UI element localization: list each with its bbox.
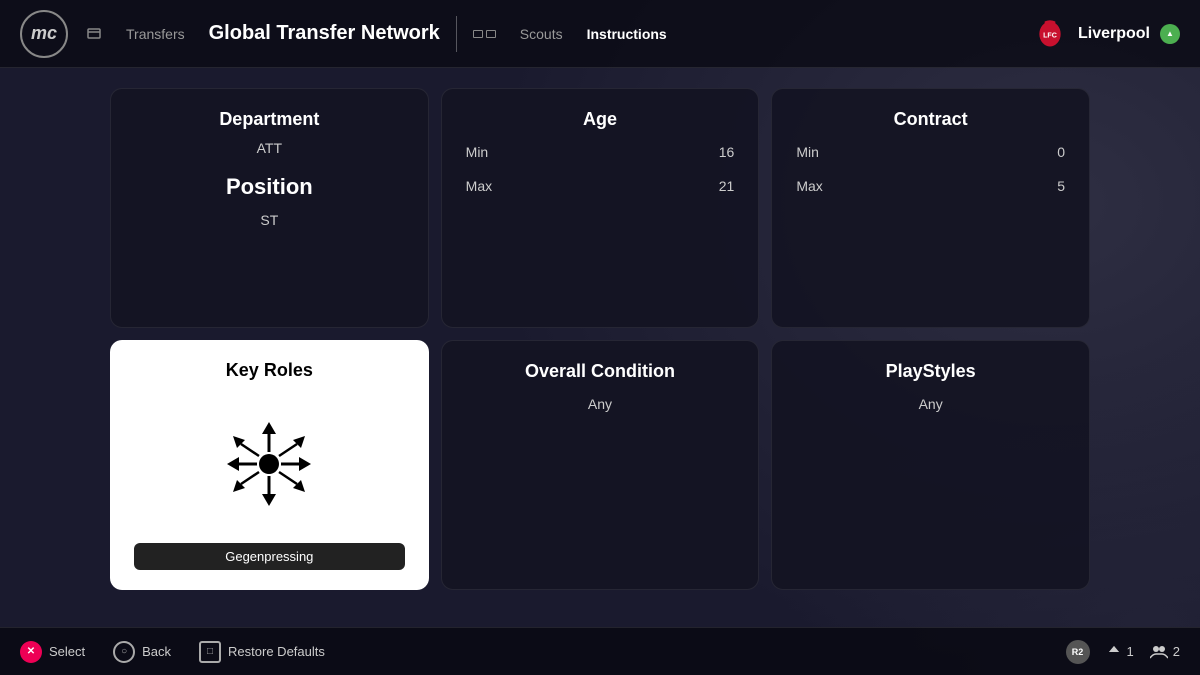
contract-min-row: Min 0 [796, 144, 1065, 160]
footer-stat2-value: 2 [1173, 644, 1180, 659]
playstyles-card: PlayStyles Any [771, 340, 1090, 590]
contract-min-value: 0 [1057, 144, 1065, 160]
age-min-label: Min [466, 144, 489, 160]
back-action: ○ Back [113, 641, 171, 663]
instructions-nav-item[interactable]: Instructions [587, 26, 667, 42]
age-max-value: 21 [719, 178, 735, 194]
department-value: ATT [135, 140, 404, 156]
position-value: ST [135, 212, 404, 228]
contract-max-value: 5 [1057, 178, 1065, 194]
back-label: Back [142, 644, 171, 659]
age-title: Age [466, 109, 735, 130]
x-button-icon: ✕ [20, 641, 42, 663]
scouts-nav-item[interactable]: Scouts [520, 26, 563, 42]
footer-stat1-value: 1 [1127, 644, 1134, 659]
age-card: Age Min 16 Max 21 [441, 88, 760, 328]
contract-min-label: Min [796, 144, 819, 160]
club-badge: LFC [1032, 16, 1068, 52]
footer: ✕ Select ○ Back □ Restore Defaults R2 1 … [0, 627, 1200, 675]
o-button-icon: ○ [113, 641, 135, 663]
scouts-icons [473, 30, 496, 38]
contract-max-row: Max 5 [796, 178, 1065, 194]
key-roles-card[interactable]: Key Roles [110, 340, 429, 590]
footer-stat-navigation: 1 [1106, 644, 1134, 660]
playstyles-value: Any [796, 396, 1065, 412]
age-max-label: Max [466, 178, 492, 194]
club-status-indicator [1160, 24, 1180, 44]
contract-title: Contract [796, 109, 1065, 130]
key-roles-label: Gegenpressing [134, 543, 405, 570]
svg-text:LFC: LFC [1043, 31, 1057, 39]
playstyles-title: PlayStyles [796, 361, 1065, 382]
transfers-nav-item[interactable]: Transfers [126, 26, 185, 42]
header-right: LFC Liverpool [1032, 16, 1180, 52]
main-content: Department ATT Position ST Age Min 16 Ma… [0, 68, 1200, 610]
nav-divider [456, 16, 457, 52]
footer-right: R2 1 2 [1066, 640, 1180, 664]
condition-title: Overall Condition [466, 361, 735, 382]
contract-card: Contract Min 0 Max 5 [771, 88, 1090, 328]
age-max-row: Max 21 [466, 178, 735, 194]
select-label: Select [49, 644, 85, 659]
condition-value: Any [466, 396, 735, 412]
age-min-value: 16 [719, 144, 735, 160]
header: mc Transfers Global Transfer Network Sco… [0, 0, 1200, 68]
key-roles-title: Key Roles [226, 360, 313, 381]
club-name: Liverpool [1078, 25, 1150, 43]
scouts-icon [473, 30, 496, 38]
nav-scouts-area: Scouts Instructions [473, 26, 667, 42]
age-min-row: Min 16 [466, 144, 735, 160]
position-title: Position [135, 174, 404, 200]
nav-left: Transfers Global Transfer Network [86, 22, 440, 45]
key-roles-icon [209, 397, 329, 531]
app-logo: mc [20, 10, 68, 58]
overall-condition-card: Overall Condition Any [441, 340, 760, 590]
r2-button: R2 [1066, 640, 1090, 664]
contract-max-label: Max [796, 178, 822, 194]
footer-stat-players: 2 [1150, 644, 1180, 660]
transfers-nav-icon [86, 26, 102, 42]
select-action: ✕ Select [20, 641, 85, 663]
global-transfer-nav-item[interactable]: Global Transfer Network [209, 22, 440, 45]
department-title: Department [135, 109, 404, 130]
department-position-card: Department ATT Position ST [110, 88, 429, 328]
square-button-icon: □ [199, 641, 221, 663]
restore-label: Restore Defaults [228, 644, 325, 659]
restore-action: □ Restore Defaults [199, 641, 325, 663]
